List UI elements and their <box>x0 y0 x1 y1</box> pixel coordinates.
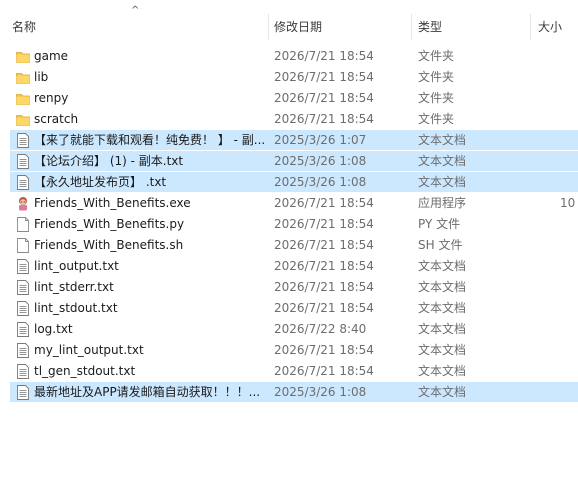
file-name[interactable]: my_lint_output.txt <box>34 340 266 361</box>
file-name[interactable]: Friends_With_Benefits.sh <box>34 235 266 256</box>
file-name[interactable]: renpy <box>34 88 266 109</box>
file-date-modified: 2026/7/21 18:54 <box>274 91 374 105</box>
application-icon <box>16 196 30 211</box>
file-date-modified: 2026/7/21 18:54 <box>274 238 374 252</box>
file-row[interactable]: 最新地址及APP请发邮箱自动获取！！！... 2025/3/26 1:08 文本文档 <box>0 382 578 403</box>
text-document-icon <box>16 133 30 148</box>
file-row[interactable]: lint_output.txt 2026/7/21 18:54 文本文档 <box>0 256 578 277</box>
file-type: 文件夹 <box>418 70 455 84</box>
file-row[interactable]: renpy 2026/7/21 18:54 文件夹 <box>0 88 578 109</box>
file-type: 文本文档 <box>418 154 467 168</box>
file-row[interactable]: 【永久地址发布页】 .txt 2025/3/26 1:08 文本文档 <box>0 172 578 193</box>
file-type: 文本文档 <box>418 364 467 378</box>
file-date-modified: 2026/7/21 18:54 <box>274 112 374 126</box>
folder-icon <box>16 112 30 127</box>
folder-icon <box>16 91 30 106</box>
file-type: 应用程序 <box>418 196 467 210</box>
file-type: 文本文档 <box>418 175 467 189</box>
file-type: PY 文件 <box>418 217 461 231</box>
column-header-bar: ^ 名称 修改日期 类型 大小 <box>0 0 578 40</box>
text-document-icon <box>16 175 30 190</box>
file-date-modified: 2026/7/21 18:54 <box>274 217 374 231</box>
file-date-modified: 2026/7/21 18:54 <box>274 301 374 315</box>
column-header-date-modified[interactable]: 修改日期 <box>274 18 322 36</box>
file-date-modified: 2026/7/22 8:40 <box>274 322 367 336</box>
file-date-modified: 2025/3/26 1:08 <box>274 175 367 189</box>
column-divider[interactable] <box>411 14 412 40</box>
file-type: SH 文件 <box>418 238 463 252</box>
file-name[interactable]: 【来了就能下载和观看！纯免费！ 】 - 副... <box>34 130 266 151</box>
file-date-modified: 2026/7/21 18:54 <box>274 49 374 63</box>
file-name[interactable]: tl_gen_stdout.txt <box>34 361 266 382</box>
file-type: 文本文档 <box>418 322 467 336</box>
file-type: 文件夹 <box>418 91 455 105</box>
file-type: 文件夹 <box>418 49 455 63</box>
text-document-icon <box>16 280 30 295</box>
file-row[interactable]: Friends_With_Benefits.sh 2026/7/21 18:54 S… <box>0 235 578 256</box>
file-row[interactable]: lint_stderr.txt 2026/7/21 18:54 文本文档 <box>0 277 578 298</box>
file-type: 文本文档 <box>418 259 467 273</box>
text-document-icon <box>16 385 30 400</box>
column-divider[interactable] <box>530 14 531 40</box>
file-name[interactable]: lint_stdout.txt <box>34 298 266 319</box>
file-row[interactable]: my_lint_output.txt 2026/7/21 18:54 文本文档 <box>0 340 578 361</box>
file-name[interactable]: Friends_With_Benefits.py <box>34 214 266 235</box>
file-row[interactable]: tl_gen_stdout.txt 2026/7/21 18:54 文本文档 <box>0 361 578 382</box>
file-date-modified: 2025/3/26 1:08 <box>274 154 367 168</box>
file-type: 文件夹 <box>418 112 455 126</box>
file-row[interactable]: scratch 2026/7/21 18:54 文件夹 <box>0 109 578 130</box>
text-document-icon <box>16 364 30 379</box>
file-size: 10 <box>560 196 576 210</box>
file-type: 文本文档 <box>418 301 467 315</box>
file-name[interactable]: lint_output.txt <box>34 256 266 277</box>
text-document-icon <box>16 301 30 316</box>
file-type: 文本文档 <box>418 343 467 357</box>
file-type: 文本文档 <box>418 385 467 399</box>
file-date-modified: 2025/3/26 1:08 <box>274 385 367 399</box>
file-row[interactable]: lint_stdout.txt 2026/7/21 18:54 文本文档 <box>0 298 578 319</box>
file-row[interactable]: 【论坛介绍】 (1) - 副本.txt 2025/3/26 1:08 文本文档 <box>0 151 578 172</box>
file-date-modified: 2026/7/21 18:54 <box>274 70 374 84</box>
folder-icon <box>16 70 30 85</box>
column-divider[interactable] <box>268 14 269 40</box>
column-header-name[interactable]: 名称 <box>12 18 36 36</box>
file-row[interactable]: lib 2026/7/21 18:54 文件夹 <box>0 67 578 88</box>
file-row[interactable]: 【来了就能下载和观看！纯免费！ 】 - 副... 2025/3/26 1:07 文本… <box>0 130 578 151</box>
file-type: 文本文档 <box>418 280 467 294</box>
file-row[interactable]: Friends_With_Benefits.exe 2026/7/21 18:54… <box>0 193 578 214</box>
file-name[interactable]: scratch <box>34 109 266 130</box>
file-name[interactable]: 【论坛介绍】 (1) - 副本.txt <box>34 151 266 172</box>
file-date-modified: 2026/7/21 18:54 <box>274 364 374 378</box>
text-document-icon <box>16 154 30 169</box>
text-document-icon <box>16 259 30 274</box>
file-name[interactable]: 【永久地址发布页】 .txt <box>34 172 266 193</box>
file-name[interactable]: Friends_With_Benefits.exe <box>34 193 266 214</box>
file-date-modified: 2025/3/26 1:07 <box>274 133 367 147</box>
column-header-size[interactable]: 大小 <box>538 18 562 36</box>
file-date-modified: 2026/7/21 18:54 <box>274 196 374 210</box>
file-name[interactable]: lint_stderr.txt <box>34 277 266 298</box>
file-row[interactable]: game 2026/7/21 18:54 文件夹 <box>0 46 578 67</box>
text-document-icon <box>16 343 30 358</box>
folder-icon <box>16 49 30 64</box>
column-header-type[interactable]: 类型 <box>418 18 442 36</box>
file-row[interactable]: Friends_With_Benefits.py 2026/7/21 18:54 P… <box>0 214 578 235</box>
file-name[interactable]: lib <box>34 67 266 88</box>
file-date-modified: 2026/7/21 18:54 <box>274 280 374 294</box>
file-date-modified: 2026/7/21 18:54 <box>274 259 374 273</box>
file-name[interactable]: 最新地址及APP请发邮箱自动获取！！！... <box>34 382 266 403</box>
sort-ascending-icon[interactable]: ^ <box>131 6 139 16</box>
file-name[interactable]: log.txt <box>34 319 266 340</box>
blank-file-icon <box>16 238 30 253</box>
file-name[interactable]: game <box>34 46 266 67</box>
blank-file-icon <box>16 217 30 232</box>
text-document-icon <box>16 322 30 337</box>
file-row[interactable]: log.txt 2026/7/22 8:40 文本文档 <box>0 319 578 340</box>
file-date-modified: 2026/7/21 18:54 <box>274 343 374 357</box>
file-type: 文本文档 <box>418 133 467 147</box>
